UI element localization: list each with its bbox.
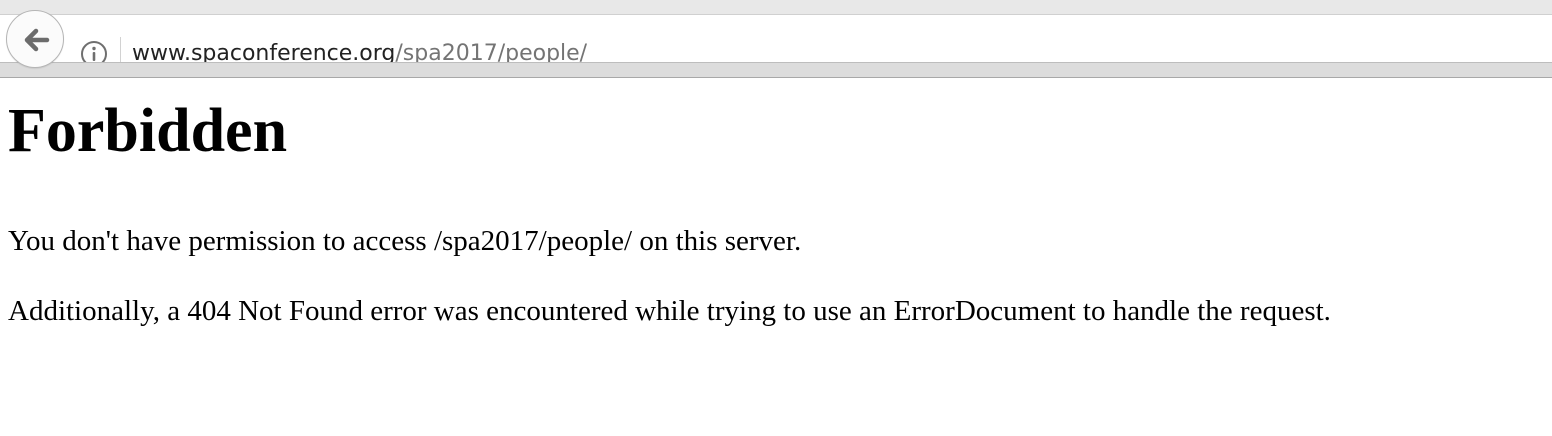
back-button[interactable] (6, 10, 64, 68)
toolbar-top-strip (0, 0, 1552, 14)
page-title: Forbidden (8, 97, 288, 165)
additional-message: Additionally, a 404 Not Found error was … (8, 295, 1331, 327)
toolbar-bottom-strip (0, 62, 1552, 78)
page-content: Forbidden You don't have permission to a… (8, 78, 1538, 328)
url-bar[interactable]: www.spaconference.org/spa2017/people/ (0, 14, 1552, 69)
back-arrow-icon (24, 28, 50, 52)
browser-toolbar: www.spaconference.org/spa2017/people/ (0, 0, 1552, 78)
permission-message: You don't have permission to access /spa… (8, 225, 802, 257)
